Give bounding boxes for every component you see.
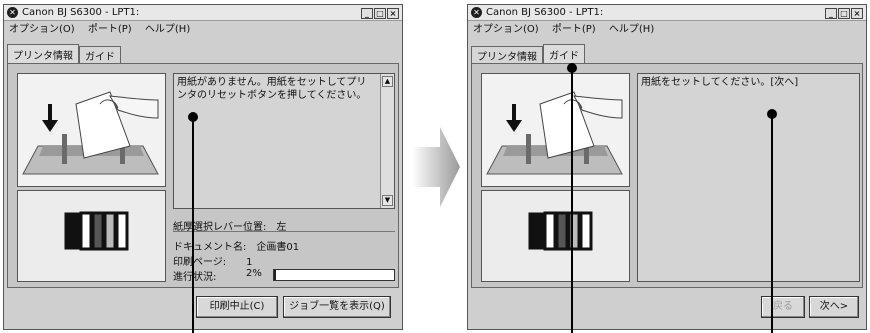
paper-loading-illustration: [481, 73, 630, 187]
window-title: Canon BJ S6300 - LPT1:: [22, 7, 140, 18]
menu-help[interactable]: ヘルプ(H): [145, 24, 190, 35]
menu-bar: オプション(O) ポート(P) ヘルプ(H): [468, 22, 866, 38]
window-controls: _ □ ×: [360, 7, 399, 19]
callout-pointer-guide-message: [771, 114, 773, 333]
cancel-printing-button[interactable]: 印刷中止(C): [196, 296, 278, 318]
progress-label: 進行状況:: [173, 272, 217, 283]
canon-app-icon: ✕: [471, 7, 482, 18]
menu-bar: オプション(O) ポート(P) ヘルプ(H): [4, 22, 402, 38]
tab-printer-info[interactable]: プリンタ情報: [471, 46, 543, 63]
callout-dot: [188, 112, 198, 122]
window-title: Canon BJ S6300 - LPT1:: [486, 7, 604, 18]
next-button[interactable]: 次へ>: [809, 296, 859, 318]
back-button[interactable]: 戻る: [761, 296, 805, 318]
title-bar[interactable]: ✕ Canon BJ S6300 - LPT1: _ □ ×: [468, 5, 866, 21]
divider: [173, 231, 395, 232]
show-job-list-button[interactable]: ジョブ一覧を表示(Q): [283, 296, 391, 318]
tab-strip: プリンタ情報 ガイド: [7, 44, 121, 63]
maximize-icon[interactable]: □: [838, 8, 850, 19]
menu-port[interactable]: ポート(P): [88, 24, 132, 35]
progress-bar-fill: [274, 270, 277, 280]
tab-guide[interactable]: ガイド: [543, 44, 585, 63]
tab-strip: プリンタ情報 ガイド: [471, 44, 585, 63]
scroll-up-icon[interactable]: ▲: [382, 76, 393, 87]
progress-percent: 2%: [246, 268, 262, 279]
printer-status-window: ✕ Canon BJ S6300 - LPT1: _ □ × オプション(O) ポー…: [3, 4, 403, 330]
title-bar[interactable]: ✕ Canon BJ S6300 - LPT1: _ □ ×: [4, 5, 402, 21]
tab-guide[interactable]: ガイド: [79, 46, 121, 63]
callout-dot: [567, 63, 577, 73]
paper-loading-illustration: [17, 73, 166, 187]
status-message-text: 用紙がありません。用紙をセットしてプリンタのリセットボタンを押してください。: [177, 77, 367, 101]
callout-dot: [767, 109, 777, 119]
progress-bar: [273, 269, 395, 281]
callout-pointer-guide-tab: [571, 68, 573, 333]
printer-guide-window: ✕ Canon BJ S6300 - LPT1: _ □ × オプション(O) ポー…: [467, 4, 867, 330]
tab-panel: 用紙をセットしてください。[次へ]: [471, 63, 863, 288]
callout-pointer-status-message: [192, 117, 194, 333]
menu-port[interactable]: ポート(P): [552, 24, 596, 35]
minimize-icon[interactable]: _: [361, 8, 373, 19]
window-controls: _ □ ×: [824, 7, 863, 19]
maximize-icon[interactable]: □: [374, 8, 386, 19]
menu-help[interactable]: ヘルプ(H): [609, 24, 654, 35]
status-message: 用紙がありません。用紙をセットしてプリンタのリセットボタンを押してください。 ▲…: [173, 73, 395, 209]
guide-message-text: 用紙をセットしてください。[次へ]: [641, 77, 799, 88]
guide-message: 用紙をセットしてください。[次へ]: [637, 73, 860, 282]
tab-panel: 用紙がありません。用紙をセットしてプリンタのリセットボタンを押してください。 ▲…: [7, 63, 399, 288]
canon-app-icon: ✕: [7, 7, 18, 18]
transition-arrow-icon: [412, 127, 460, 207]
tab-printer-info[interactable]: プリンタ情報: [7, 44, 79, 63]
scroll-down-icon[interactable]: ▼: [382, 195, 393, 206]
printing-page: 印刷ページ: 1: [173, 257, 253, 268]
minimize-icon[interactable]: _: [825, 8, 837, 19]
close-icon[interactable]: ×: [851, 8, 863, 19]
ink-tanks-icon: [17, 190, 166, 282]
close-icon[interactable]: ×: [387, 8, 399, 19]
menu-options[interactable]: オプション(O): [473, 24, 539, 35]
menu-options[interactable]: オプション(O): [9, 24, 75, 35]
message-scrollbar[interactable]: ▲ ▼: [380, 74, 394, 208]
ink-tanks-icon: [481, 190, 630, 282]
